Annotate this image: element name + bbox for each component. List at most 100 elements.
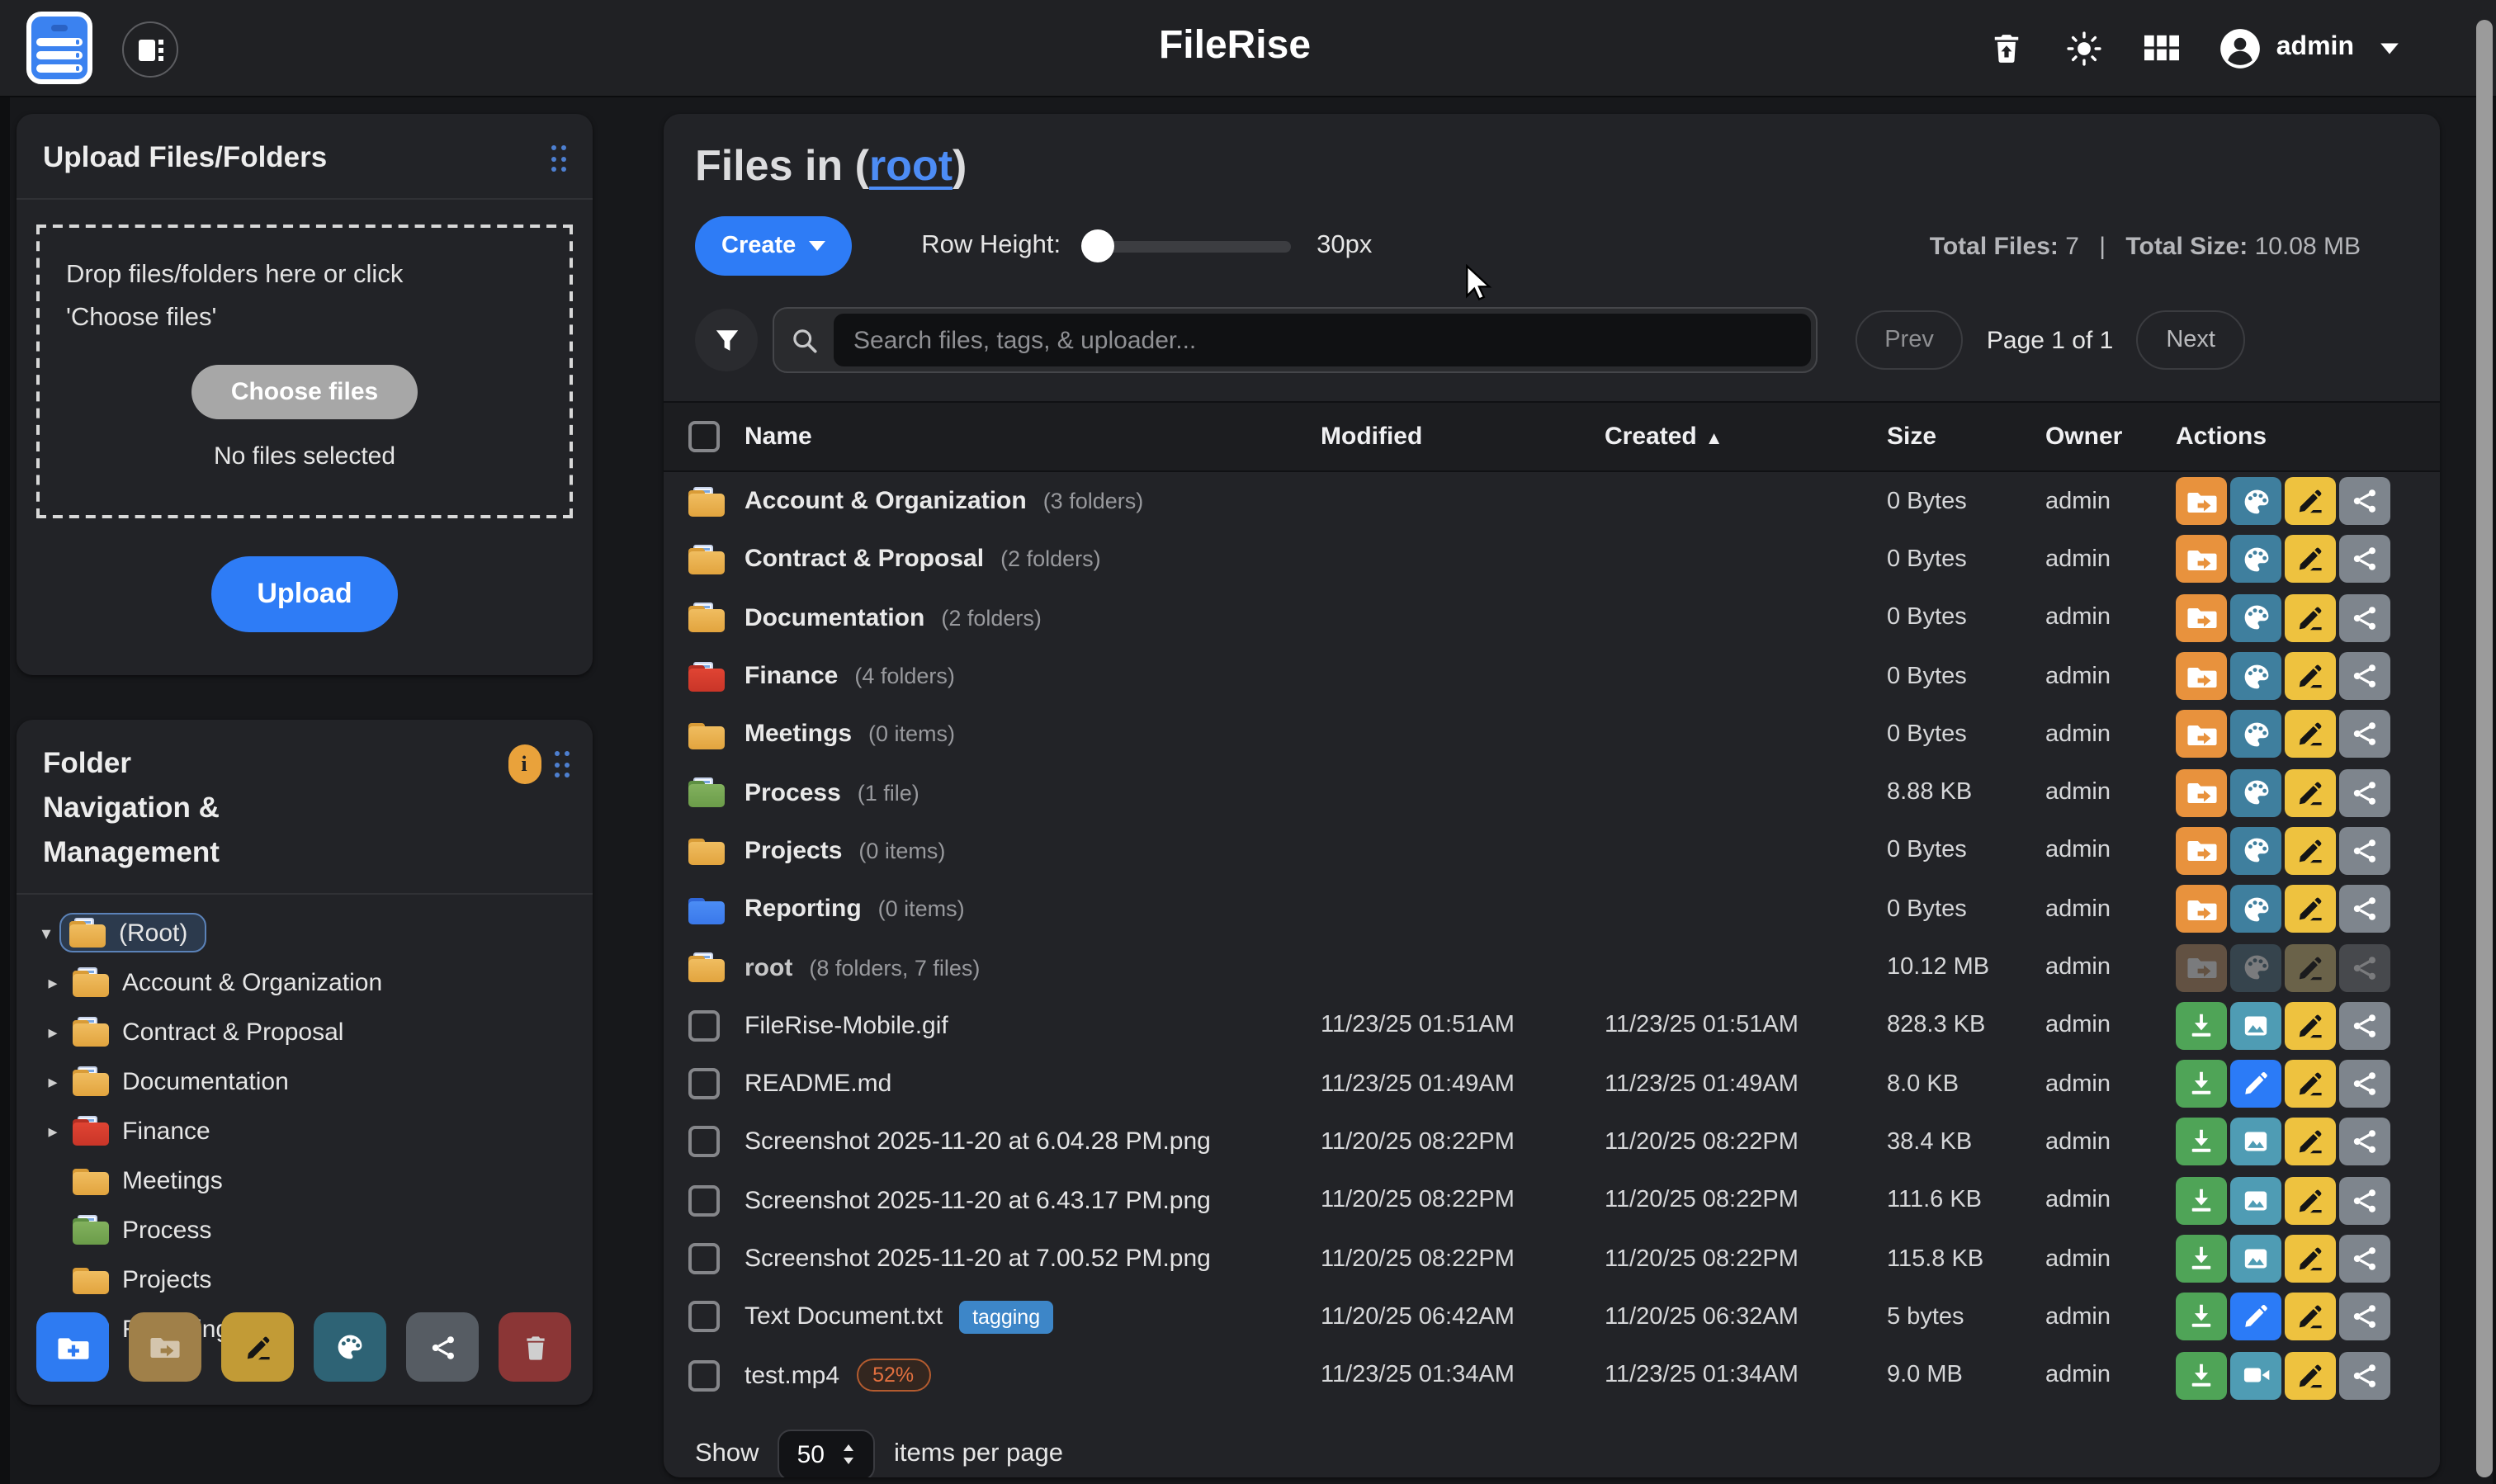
share-button[interactable]: [2339, 768, 2390, 816]
rename-button[interactable]: [2285, 1293, 2336, 1341]
tree-item-projects[interactable]: Projects: [33, 1255, 593, 1305]
download-button[interactable]: [2176, 1293, 2227, 1341]
trash-restore-icon[interactable]: [1986, 26, 2029, 69]
move-button[interactable]: [2176, 477, 2227, 525]
row-checkbox[interactable]: [688, 1243, 720, 1274]
rename-button[interactable]: [2285, 536, 2336, 584]
folder-row-account-organization[interactable]: Account & Organization(3 folders)0 Bytes…: [664, 472, 2440, 531]
file-row-filerise-mobile-gif[interactable]: FileRise-Mobile.gif11/23/25 01:51AM11/23…: [664, 996, 2440, 1055]
share-button[interactable]: [2339, 1293, 2390, 1341]
sidebar-toggle-icon[interactable]: [122, 21, 178, 78]
folder-row-contract-proposal[interactable]: Contract & Proposal(2 folders)0 Bytesadm…: [664, 531, 2440, 589]
caret-right-icon[interactable]: ▸: [40, 1121, 66, 1142]
file-row-readme-md[interactable]: README.md11/23/25 01:49AM11/23/25 01:49A…: [664, 1055, 2440, 1113]
folder-row-projects[interactable]: Projects(0 items)0 Bytesadmin: [664, 822, 2440, 881]
folder-name[interactable]: Account & Organization: [745, 487, 1027, 515]
file-name[interactable]: Screenshot 2025-11-20 at 7.00.52 PM.png: [745, 1245, 1211, 1273]
share-button[interactable]: [2339, 652, 2390, 700]
theme-sun-icon[interactable]: [2063, 26, 2106, 69]
folder-row-reporting[interactable]: Reporting(0 items)0 Bytesadmin: [664, 880, 2440, 938]
file-row-screenshot-2025-11-20-at-7-00-52-pm-png[interactable]: Screenshot 2025-11-20 at 7.00.52 PM.png1…: [664, 1230, 2440, 1288]
color-button[interactable]: [2230, 536, 2281, 584]
row-checkbox[interactable]: [688, 1068, 720, 1099]
folder-name[interactable]: Reporting: [745, 895, 862, 923]
column-header-modified[interactable]: Modified: [1321, 423, 1605, 451]
rename-button[interactable]: [2285, 768, 2336, 816]
share-button[interactable]: [2339, 1002, 2390, 1050]
filerise-logo-icon[interactable]: [26, 12, 92, 84]
rename-button[interactable]: [2285, 1002, 2336, 1050]
upload-button[interactable]: Upload: [210, 556, 398, 632]
share-button[interactable]: [2339, 711, 2390, 759]
tree-item-contract-proposal[interactable]: ▸Contract & Proposal: [33, 1008, 593, 1057]
share-folder-button[interactable]: [406, 1312, 479, 1382]
file-row-text-document-txt[interactable]: Text Document.txttagging11/20/25 06:42AM…: [664, 1288, 2440, 1346]
column-header-size[interactable]: Size: [1887, 423, 2045, 451]
rename-folder-button[interactable]: [221, 1312, 294, 1382]
tree-item-account-organization[interactable]: ▸Account & Organization: [33, 958, 593, 1008]
rename-button[interactable]: [2285, 885, 2336, 933]
caret-right-icon[interactable]: ▸: [40, 1022, 66, 1043]
share-button[interactable]: [2339, 943, 2390, 991]
folder-name[interactable]: Documentation: [745, 603, 924, 631]
folder-name[interactable]: Meetings: [745, 721, 852, 749]
file-name[interactable]: Screenshot 2025-11-20 at 6.43.17 PM.png: [745, 1186, 1211, 1214]
row-checkbox[interactable]: [688, 1184, 720, 1216]
folder-name[interactable]: root: [745, 953, 792, 981]
download-button[interactable]: [2176, 1118, 2227, 1166]
caret-down-icon[interactable]: ▾: [33, 923, 59, 944]
edit-file-button[interactable]: [2230, 1060, 2281, 1108]
share-button[interactable]: [2339, 1351, 2390, 1399]
create-button[interactable]: Create: [695, 216, 852, 276]
info-icon[interactable]: i: [508, 744, 541, 784]
move-button[interactable]: [2176, 885, 2227, 933]
move-button[interactable]: [2176, 827, 2227, 875]
select-all-checkbox[interactable]: [688, 421, 720, 452]
color-button[interactable]: [2230, 593, 2281, 641]
folder-name[interactable]: Contract & Proposal: [745, 546, 984, 574]
color-button[interactable]: [2230, 768, 2281, 816]
rename-button[interactable]: [2285, 1235, 2336, 1283]
folder-name[interactable]: Process: [745, 778, 841, 806]
folder-name[interactable]: Finance: [745, 662, 838, 690]
column-header-actions[interactable]: Actions: [2176, 423, 2440, 451]
dropzone[interactable]: Drop files/folders here or click 'Choose…: [36, 224, 573, 518]
row-checkbox[interactable]: [688, 1127, 720, 1158]
rename-button[interactable]: [2285, 1351, 2336, 1399]
drag-handle-icon[interactable]: [554, 751, 570, 777]
share-button[interactable]: [2339, 885, 2390, 933]
search-input[interactable]: [834, 314, 1811, 366]
tree-item-meetings[interactable]: Meetings: [33, 1156, 593, 1206]
color-button[interactable]: [2230, 885, 2281, 933]
download-button[interactable]: [2176, 1002, 2227, 1050]
root-breadcrumb-link[interactable]: root: [869, 140, 953, 190]
page-scrollbar[interactable]: [2476, 20, 2493, 1477]
filter-button[interactable]: [695, 309, 758, 371]
choose-files-button[interactable]: Choose files: [191, 365, 418, 419]
rename-button[interactable]: [2285, 943, 2336, 991]
rename-button[interactable]: [2285, 1118, 2336, 1166]
caret-right-icon[interactable]: ▸: [40, 1071, 66, 1093]
folder-row-root[interactable]: root(8 folders, 7 files)10.12 MBadmin: [664, 938, 2440, 997]
user-menu[interactable]: admin: [2219, 26, 2400, 69]
column-header-name[interactable]: Name: [745, 423, 1321, 451]
column-header-created[interactable]: Created▲: [1605, 423, 1887, 451]
file-name[interactable]: Text Document.txt: [745, 1303, 943, 1331]
caret-right-icon[interactable]: ▸: [40, 972, 66, 994]
move-button[interactable]: [2176, 652, 2227, 700]
rename-button[interactable]: [2285, 593, 2336, 641]
download-button[interactable]: [2176, 1235, 2227, 1283]
file-row-screenshot-2025-11-20-at-6-43-17-pm-png[interactable]: Screenshot 2025-11-20 at 6.43.17 PM.png1…: [664, 1171, 2440, 1230]
move-button[interactable]: [2176, 711, 2227, 759]
folder-row-documentation[interactable]: Documentation(2 folders)0 Bytesadmin: [664, 588, 2440, 647]
color-button[interactable]: [2230, 477, 2281, 525]
folder-row-process[interactable]: Process(1 file)8.88 KBadmin: [664, 763, 2440, 822]
share-button[interactable]: [2339, 593, 2390, 641]
tree-item-process[interactable]: Process: [33, 1206, 593, 1255]
tree-item--root-[interactable]: ▾(Root): [33, 909, 593, 958]
tree-item-finance[interactable]: ▸Finance: [33, 1107, 593, 1156]
file-row-test-mp4[interactable]: test.mp452%11/23/25 01:34AM11/23/25 01:3…: [664, 1346, 2440, 1405]
folder-row-meetings[interactable]: Meetings(0 items)0 Bytesadmin: [664, 705, 2440, 763]
share-button[interactable]: [2339, 1176, 2390, 1224]
color-button[interactable]: [2230, 711, 2281, 759]
